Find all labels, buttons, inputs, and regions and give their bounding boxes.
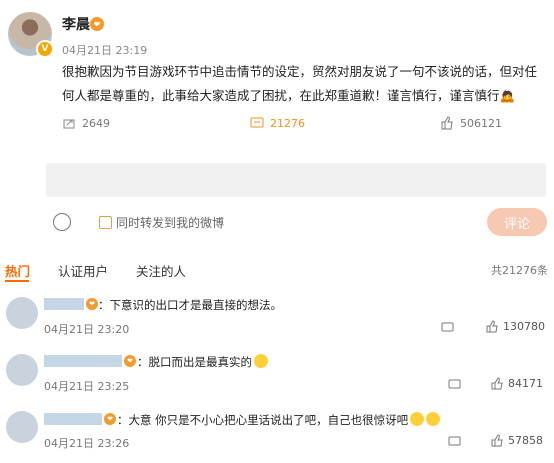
thumbs-up-icon: [441, 116, 453, 130]
comment-like-button[interactable]: 57858: [491, 434, 543, 447]
commenter-avatar[interactable]: [6, 297, 38, 329]
comment-input[interactable]: [46, 163, 546, 197]
comment-time: 04月21日 23:20: [44, 323, 130, 336]
thumbs-up-icon: [491, 434, 503, 447]
verified-badge: V: [36, 40, 54, 58]
thumbs-up-icon: [491, 377, 503, 390]
commenter-name[interactable]: [44, 355, 122, 367]
like-button[interactable]: 506121: [440, 116, 502, 130]
reply-button[interactable]: [448, 435, 461, 448]
fan-badge-icon: ❤: [86, 298, 98, 310]
repost-checkbox-label[interactable]: 同时转发到我的微博: [116, 214, 224, 231]
comment-total: 共21276条: [491, 264, 548, 277]
grin-emoji: [410, 412, 425, 426]
comment-time: 04月21日 23:25: [44, 380, 130, 393]
comment-like-button[interactable]: 84171: [491, 377, 543, 390]
comment-count: 21276: [270, 116, 305, 130]
emoji-picker-icon[interactable]: [53, 213, 71, 231]
reply-button[interactable]: [448, 378, 461, 391]
comment-like-button[interactable]: 130780: [486, 320, 545, 333]
submit-comment-button[interactable]: 评论: [487, 208, 547, 236]
tab-hot[interactable]: 热门: [5, 261, 30, 280]
reply-icon: [441, 322, 454, 332]
active-tab-indicator: [5, 280, 29, 282]
tab-followed[interactable]: 关注的人: [136, 261, 186, 280]
comment-text-content: ：脱口而出是最真实的: [137, 355, 252, 369]
grin-emoji: [426, 412, 441, 426]
repost-count: 2649: [82, 116, 110, 130]
post-text-content: 很抱歉因为节目游戏环节中追击情节的设定，贸然对朋友说了一句不该说的话，但对任何人…: [62, 64, 538, 103]
reply-icon: [448, 379, 461, 389]
like-count: 506121: [460, 116, 502, 130]
reply-button[interactable]: [441, 321, 454, 334]
commenter-avatar[interactable]: [6, 411, 38, 443]
comment-text: ：下意识的出口才是最直接的想法。: [98, 298, 282, 312]
comment-text: ：脱口而出是最真实的: [137, 354, 268, 370]
commenter-name[interactable]: [44, 298, 84, 310]
commenter-avatar[interactable]: [6, 354, 38, 386]
repost-checkbox[interactable]: [99, 216, 112, 229]
comment-like-count: 130780: [503, 320, 545, 333]
commenter-name[interactable]: [44, 413, 102, 425]
thumbs-up-icon: [486, 320, 498, 333]
repost-icon: [63, 119, 75, 129]
crying-laugh-emoji: [254, 354, 268, 368]
fan-badge-icon: ❤: [90, 17, 104, 31]
post-text: 很抱歉因为节目游戏环节中追击情节的设定，贸然对朋友说了一句不该说的话，但对任何人…: [62, 60, 544, 108]
repost-button[interactable]: 2649: [62, 116, 110, 130]
comment-time: 04月21日 23:26: [44, 437, 130, 450]
author-name[interactable]: 李晨: [62, 14, 90, 34]
comment-icon: [250, 117, 264, 128]
tab-verified[interactable]: 认证用户: [58, 261, 108, 280]
comment-button[interactable]: 21276: [250, 116, 305, 130]
comment-like-count: 57858: [508, 434, 543, 447]
reply-icon: [448, 436, 461, 446]
fan-badge-icon: ❤: [124, 355, 136, 367]
comment-text: ：大意 你只是不小心把心里话说出了吧，自己也很惊讶吧: [117, 412, 441, 428]
bow-emoji: 🙇: [499, 88, 516, 103]
comment-text-content: ：大意 你只是不小心把心里话说出了吧，自己也很惊讶吧: [117, 413, 409, 427]
fan-badge-icon: ❤: [104, 413, 116, 425]
post-time[interactable]: 04月21日 23:19: [62, 42, 147, 58]
comment-like-count: 84171: [508, 377, 543, 390]
